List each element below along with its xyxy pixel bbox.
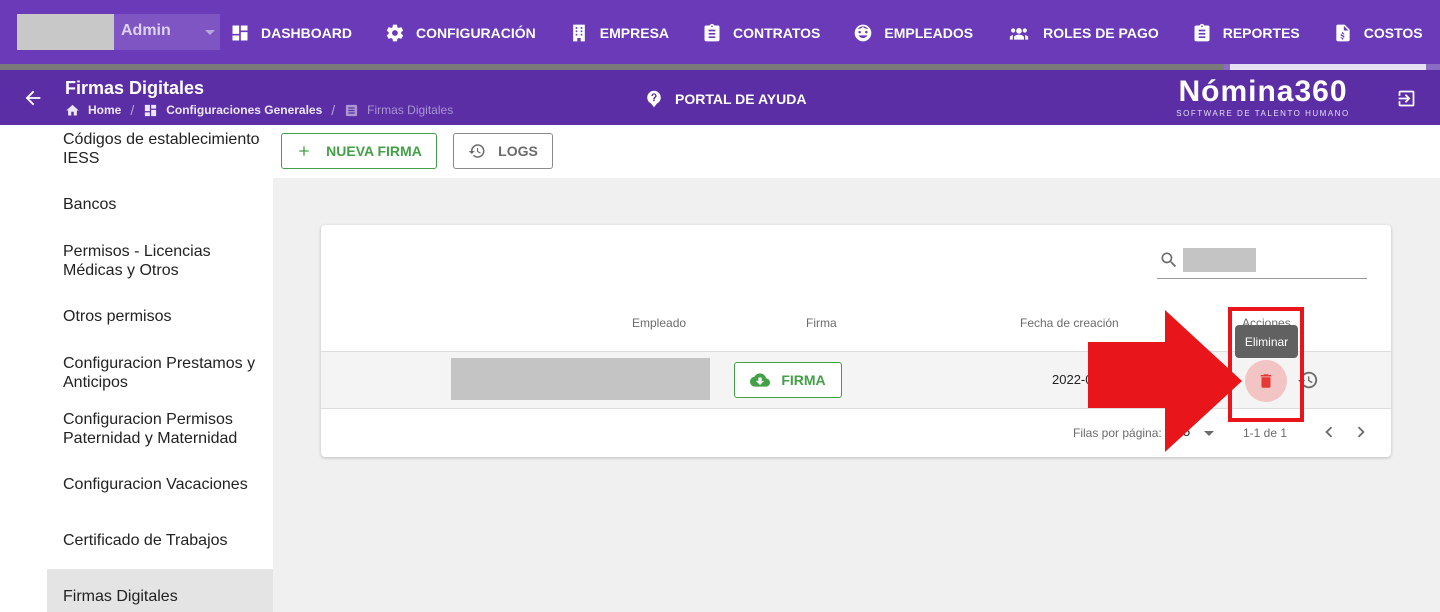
breadcrumb: Home / Configuraciones Generales / Firma…	[65, 102, 453, 118]
file-dollar-icon	[1336, 24, 1350, 42]
nav-label: EMPLEADOS	[884, 25, 974, 41]
nav-configuracion[interactable]: CONFIGURACIÓN	[385, 23, 536, 43]
sidebar-item-label: Certificado de Trabajos	[63, 532, 228, 549]
search-icon	[1161, 252, 1177, 268]
sidebar-item-label: Configuracion Prestamos y Anticipos	[63, 355, 256, 391]
breadcrumb-separator: /	[331, 102, 336, 118]
employee-name-redacted	[451, 358, 710, 400]
annotation-arrow	[1088, 310, 1242, 452]
chevron-right-icon	[1357, 426, 1365, 438]
avatar-redacted	[17, 14, 114, 50]
sidebar-item-vacaciones[interactable]: Configuracion Vacaciones	[47, 475, 273, 497]
nav-label: DASHBOARD	[261, 25, 352, 41]
sidebar-item-certificado[interactable]: Certificado de Trabajos	[47, 531, 273, 553]
nav-empresa[interactable]: EMPRESA	[569, 23, 669, 43]
plus-icon	[299, 146, 309, 156]
sidebar-item-otros-permisos[interactable]: Otros permisos	[47, 307, 273, 329]
sidebar-item-label: Firmas Digitales	[63, 588, 178, 605]
sidebar-item-label: Bancos	[63, 196, 117, 213]
clipboard-icon	[704, 23, 720, 42]
sidebar-item-label: Códigos de establecimiento IESS	[63, 131, 260, 167]
nav-contratos[interactable]: CONTRATOS	[702, 23, 820, 43]
search-field[interactable]	[1157, 245, 1367, 279]
sidebar-item-firmas-digitales[interactable]: Firmas Digitales	[47, 569, 273, 612]
nav-label: COSTOS	[1363, 25, 1423, 41]
help-icon	[647, 90, 661, 108]
logout-button[interactable]	[1396, 88, 1417, 109]
document-icon	[346, 104, 358, 116]
annotation-highlight-box	[1228, 307, 1304, 422]
page-title: Firmas Digitales	[65, 78, 205, 98]
search-input-redacted[interactable]	[1183, 248, 1256, 272]
breadcrumb-separator: /	[130, 102, 135, 118]
help-portal-link[interactable]: PORTAL DE AYUDA	[645, 90, 806, 108]
logo-wordmark: Nómina360	[1178, 75, 1348, 108]
gear-icon	[386, 24, 404, 42]
button-label: FIRMA	[781, 372, 826, 388]
top-nav-bar: Admin DASHBOARD CONFIGURACIÓN EMPRESA CO…	[0, 0, 1440, 70]
column-header-empleado[interactable]: Empleado	[632, 316, 686, 330]
nav-label: CONTRATOS	[733, 25, 821, 41]
sidebar-item-permisos-licencias[interactable]: Permisos - Licencias Médicas y Otros	[47, 242, 273, 286]
building-icon	[572, 24, 585, 42]
people-icon	[1009, 28, 1029, 40]
logo-tagline: SOFTWARE DE TALENTO HUMANO	[1176, 109, 1350, 118]
arrow-left-icon	[25, 90, 41, 106]
sidebar-item-label: Configuracion Vacaciones	[63, 476, 248, 493]
user-menu[interactable]: Admin	[17, 14, 220, 50]
breadcrumb-label: Home	[88, 103, 122, 117]
breadcrumb-current: Firmas Digitales	[344, 103, 453, 118]
history-icon	[468, 144, 485, 158]
clipboard-icon	[1194, 23, 1210, 42]
sidebar-item-paternidad[interactable]: Configuracion Permisos Paternidad y Mate…	[47, 410, 273, 454]
nav-empleados[interactable]: EMPLEADOS	[853, 23, 973, 43]
help-label: PORTAL DE AYUDA	[675, 91, 807, 107]
nav-label: ROLES DE PAGO	[1043, 25, 1159, 41]
app: Admin DASHBOARD CONFIGURACIÓN EMPRESA CO…	[0, 0, 1440, 612]
creation-date: 2022-0	[1052, 372, 1093, 387]
dashboard-icon	[232, 25, 248, 41]
sidebar-item-label: Configuracion Permisos Paternidad y Mate…	[63, 411, 238, 447]
cloud-download-icon	[750, 373, 771, 387]
nav-label: EMPRESA	[599, 25, 670, 41]
sidebar-item-bancos[interactable]: Bancos	[47, 195, 273, 217]
logs-button[interactable]: LOGS	[453, 133, 553, 169]
page-header: Firmas Digitales Home / Configuraciones …	[0, 70, 1440, 125]
breadcrumb-home[interactable]: Home	[65, 103, 121, 118]
home-icon	[66, 104, 79, 115]
nav-label: CONFIGURACIÓN	[416, 25, 536, 41]
sidebar-item-codigos-iess[interactable]: Códigos de establecimiento IESS	[47, 130, 273, 174]
sidebar-item-label: Otros permisos	[63, 308, 172, 325]
breadcrumb-label: Firmas Digitales	[367, 103, 454, 117]
sidebar-item-prestamos[interactable]: Configuracion Prestamos y Anticipos	[47, 354, 273, 398]
sidebar: Códigos de establecimiento IESS Bancos P…	[47, 125, 273, 612]
breadcrumb-configuraciones[interactable]: Configuraciones Generales	[143, 103, 322, 118]
nav-roles-de-pago[interactable]: ROLES DE PAGO	[1006, 23, 1159, 43]
button-label: LOGS	[498, 143, 538, 159]
new-signature-button[interactable]: NUEVA FIRMA	[281, 133, 437, 169]
chevron-left-icon	[1325, 426, 1333, 438]
sidebar-item-label: Permisos - Licencias Médicas y Otros	[63, 243, 211, 279]
brand-logo: Nómina360 SOFTWARE DE TALENTO HUMANO	[1170, 75, 1356, 119]
nav-costos[interactable]: COSTOS	[1333, 23, 1423, 43]
next-page-button[interactable]	[1350, 421, 1372, 443]
nav-label: REPORTES	[1222, 25, 1300, 41]
pagination-range: 1-1 de 1	[1243, 426, 1288, 440]
logout-icon	[1398, 90, 1415, 107]
face-icon	[855, 24, 872, 42]
button-label: NUEVA FIRMA	[326, 143, 422, 159]
user-name: Admin	[121, 22, 171, 39]
nav-dashboard[interactable]: DASHBOARD	[230, 23, 352, 43]
back-button[interactable]	[22, 87, 44, 109]
action-toolbar: NUEVA FIRMA LOGS	[273, 125, 1440, 178]
chevron-down-icon	[205, 30, 215, 35]
previous-page-button[interactable]	[1318, 421, 1340, 443]
main-nav: DASHBOARD CONFIGURACIÓN EMPRESA CONTRATO…	[230, 0, 1440, 66]
breadcrumb-label: Configuraciones Generales	[166, 103, 323, 117]
signature-download-button[interactable]: FIRMA	[734, 362, 842, 398]
dashboard-icon	[145, 104, 157, 116]
nav-reportes[interactable]: REPORTES	[1192, 23, 1300, 43]
column-header-firma[interactable]: Firma	[806, 316, 837, 330]
